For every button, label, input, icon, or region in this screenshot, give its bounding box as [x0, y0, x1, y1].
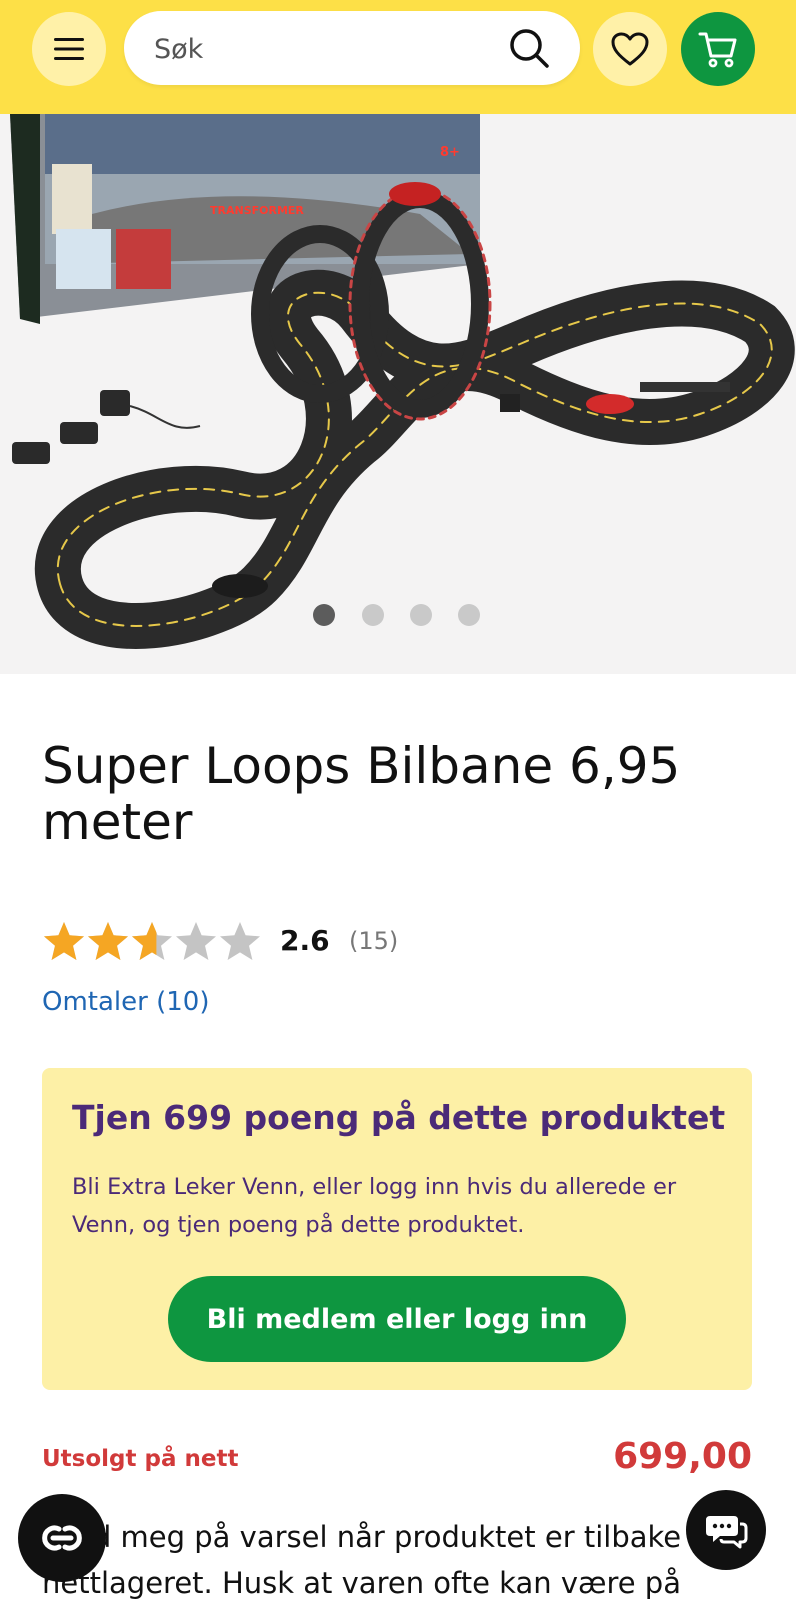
accessibility-button[interactable] [18, 1494, 106, 1582]
search-bar[interactable] [124, 11, 580, 85]
gallery-dot[interactable] [313, 604, 335, 626]
price: 699,00 [613, 1436, 752, 1477]
reviews-link[interactable]: Omtaler (10) [42, 987, 209, 1017]
rating-value: 2.6 [280, 924, 330, 957]
star-icon [132, 922, 172, 960]
points-title: Tjen 699 poeng på dette produktet [72, 1098, 726, 1137]
svg-text:TRANSFORMER: TRANSFORMER [210, 204, 304, 217]
svg-text:8+: 8+ [440, 145, 460, 160]
hamburger-menu-icon [54, 38, 84, 60]
accessibility-icon [42, 1525, 82, 1551]
star-icon [176, 922, 216, 960]
gallery-dots [0, 604, 796, 630]
join-or-login-button[interactable]: Bli medlem eller logg inn [168, 1276, 626, 1362]
product-image-gallery[interactable]: TRANSFORMER 8+ [0, 114, 796, 674]
chat-icon [706, 1516, 748, 1549]
header [0, 0, 796, 114]
star-icon [88, 922, 128, 960]
product-image: TRANSFORMER 8+ [10, 114, 795, 649]
cart-icon [698, 32, 737, 68]
chat-button[interactable] [686, 1490, 766, 1570]
gallery-dot[interactable] [362, 604, 384, 626]
menu-button[interactable] [32, 12, 106, 86]
star-icon [220, 922, 260, 960]
favorites-button[interactable] [593, 12, 667, 86]
search-icon[interactable] [508, 27, 550, 69]
heart-icon [611, 32, 649, 66]
points-promo-box: Tjen 699 poeng på dette produktet Bli Ex… [42, 1068, 752, 1390]
rating-count: (15) [349, 927, 399, 955]
restock-notice: Meld meg på varsel når produktet er tilb… [42, 1520, 727, 1600]
product-title: Super Loops Bilbane 6,95 meter [42, 737, 681, 851]
gallery-dot[interactable] [410, 604, 432, 626]
cart-button[interactable] [681, 12, 755, 86]
search-input[interactable] [152, 25, 496, 73]
gallery-dot[interactable] [458, 604, 480, 626]
stock-status: Utsolgt på nett [42, 1446, 239, 1472]
points-text: Bli Extra Leker Venn, eller logg inn hvi… [72, 1174, 677, 1238]
star-icon [44, 922, 84, 960]
